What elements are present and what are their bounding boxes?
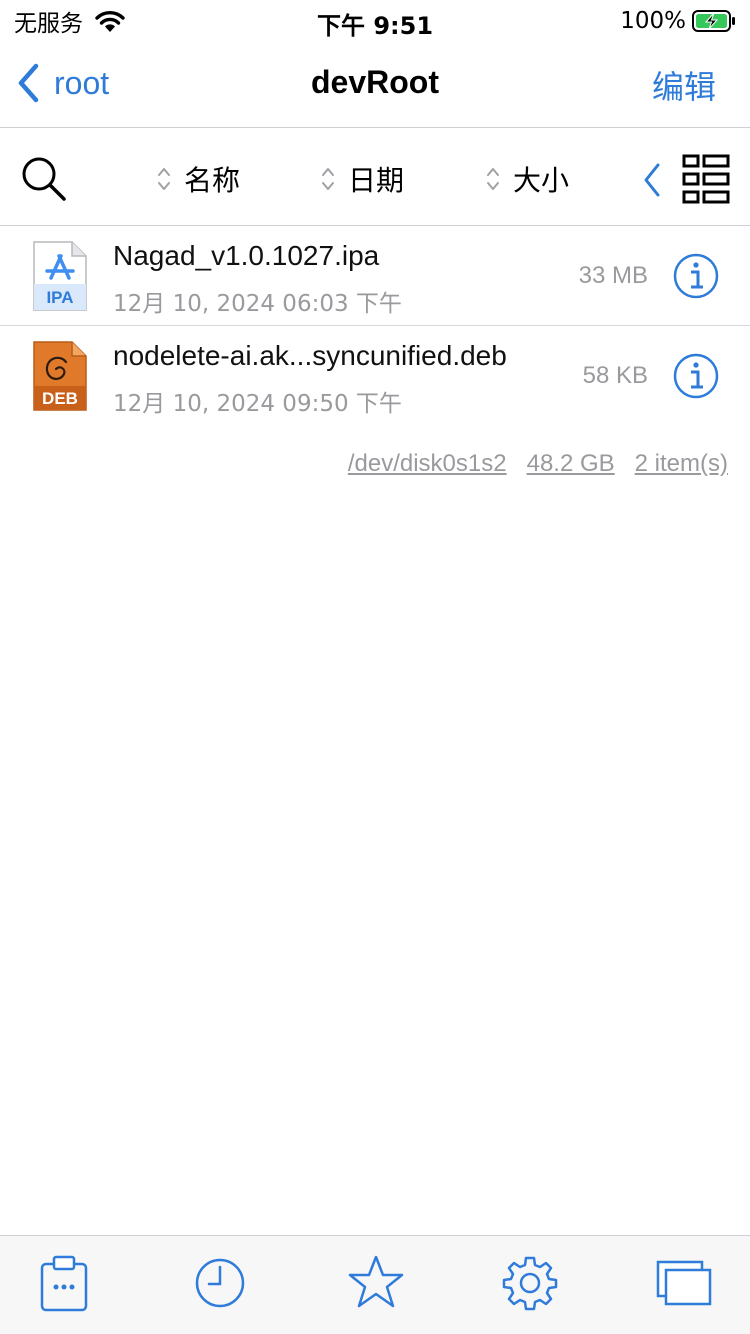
info-icon[interactable] (672, 352, 720, 400)
ipa-badge-label: IPA (46, 288, 73, 307)
file-date: 12月 10, 2024 09:50 下午 (113, 391, 402, 417)
sort-updown-icon (487, 168, 499, 190)
battery-charging-icon (692, 10, 735, 32)
sort-by-date-button[interactable]: 日期 (320, 159, 404, 199)
sort-by-name-button[interactable]: 名称 (156, 159, 240, 199)
tab-favorites[interactable] (346, 1252, 406, 1314)
sort-updown-icon (158, 168, 170, 190)
tab-windows[interactable] (654, 1252, 714, 1314)
chevron-left-icon[interactable] (640, 161, 664, 199)
deb-badge-label: DEB (42, 389, 78, 408)
status-right: 100% (620, 6, 736, 36)
sort-size-label: 大小 (513, 164, 570, 197)
battery-percent: 100% (620, 8, 686, 34)
clipboard-icon (40, 1255, 88, 1312)
file-date: 12月 10, 2024 06:03 下午 (113, 291, 402, 317)
file-size: 33 MB (578, 262, 648, 289)
device-path-link[interactable]: /dev/disk0s1s2 (348, 450, 507, 478)
navigation-bar: root devRoot 编辑 (0, 40, 750, 128)
tab-history[interactable] (190, 1252, 250, 1314)
ipa-file-icon: IPA (33, 241, 87, 311)
back-button-label: root (54, 64, 110, 101)
deb-file-icon: DEB (33, 341, 87, 411)
windows-icon (656, 1260, 712, 1306)
file-name: nodelete-ai.ak...syncunified.deb (113, 340, 507, 371)
list-layout-icon[interactable] (682, 153, 730, 205)
file-row[interactable]: DEB nodelete-ai.ak...syncunified.deb 12月… (0, 326, 750, 426)
status-bar: 无服务 下午 9:51 100% (0, 0, 750, 40)
file-name: Nagad_v1.0.1027.ipa (113, 240, 380, 271)
file-row[interactable]: IPA Nagad_v1.0.1027.ipa 12月 10, 2024 06:… (0, 226, 750, 326)
search-icon[interactable] (18, 153, 70, 205)
edit-button[interactable]: 编辑 (652, 62, 716, 108)
favorites-star-icon (348, 1255, 404, 1308)
sort-by-size-button[interactable]: 大小 (485, 159, 569, 199)
tab-settings[interactable] (500, 1252, 560, 1314)
tab-bar (0, 1235, 750, 1334)
sort-date-label: 日期 (348, 164, 405, 197)
tab-clipboard[interactable] (34, 1252, 94, 1314)
disk-info: /dev/disk0s1s2 48.2 GB 2 item(s) (348, 450, 728, 478)
sort-updown-icon (322, 168, 334, 190)
info-icon[interactable] (672, 252, 720, 300)
sort-name-label: 名称 (184, 164, 241, 197)
history-clock-icon (195, 1258, 245, 1308)
page-title: devRoot (311, 64, 439, 100)
back-button[interactable]: root (16, 62, 109, 104)
free-space-link[interactable]: 48.2 GB (527, 450, 615, 478)
chevron-left-icon (18, 63, 39, 103)
sort-toolbar: 名称 日期 大小 (0, 129, 750, 226)
item-count-link[interactable]: 2 item(s) (635, 450, 728, 478)
settings-gear-icon (502, 1256, 558, 1311)
file-size: 58 KB (582, 362, 648, 389)
